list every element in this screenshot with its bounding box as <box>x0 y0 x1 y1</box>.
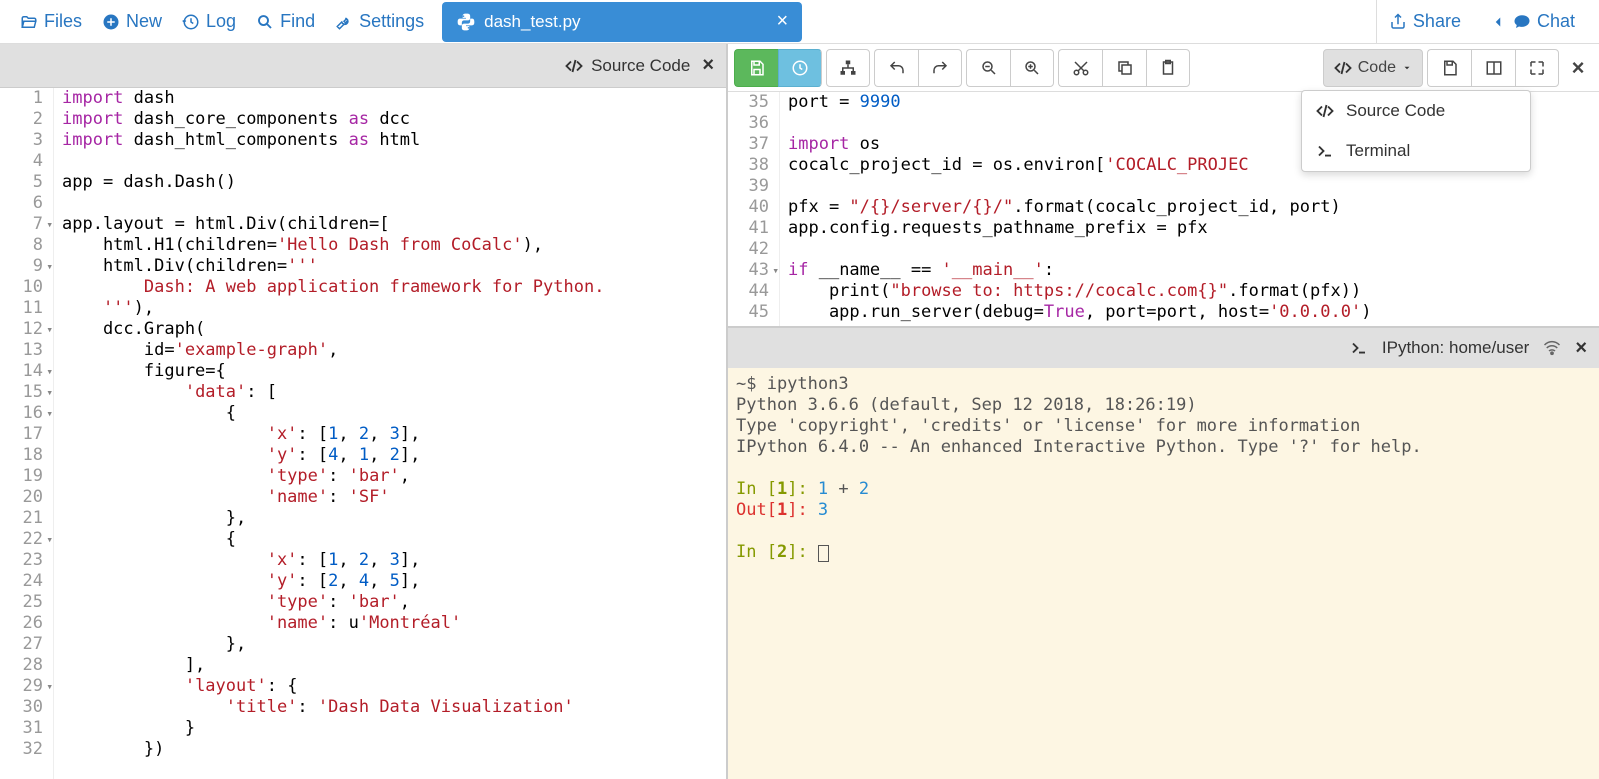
left-editor[interactable]: 1234567891011121314151617181920212223242… <box>0 88 726 779</box>
chat-icon <box>1513 13 1531 31</box>
terminal-section: IPython: home/user × ~$ ipython3 Python … <box>728 326 1599 779</box>
code-dropdown-button[interactable]: Code <box>1323 49 1423 87</box>
copy-button[interactable] <box>1102 49 1146 87</box>
right-gutter: 3536373839404142434445 <box>728 92 780 326</box>
terminal-title: IPython: home/user <box>1382 338 1529 358</box>
plus-circle-icon <box>102 13 120 31</box>
history-icon <box>791 59 809 77</box>
undo-icon <box>888 59 906 77</box>
left-code[interactable]: import dash import dash_core_components … <box>54 88 726 779</box>
menu-log[interactable]: Log <box>172 5 246 38</box>
code-icon <box>1316 102 1334 120</box>
save-alt-icon <box>1441 59 1459 77</box>
menu-settings[interactable]: Settings <box>325 5 434 38</box>
sitemap-icon <box>839 59 857 77</box>
share-button[interactable]: Share <box>1377 5 1473 38</box>
zoom-in-button[interactable] <box>1010 49 1054 87</box>
cut-icon <box>1072 59 1090 77</box>
folder-open-icon <box>20 13 38 31</box>
redo-icon <box>931 59 949 77</box>
undo-button[interactable] <box>874 49 918 87</box>
terminal-body[interactable]: ~$ ipython3 Python 3.6.6 (default, Sep 1… <box>728 368 1599 779</box>
terminal-icon <box>1350 339 1368 357</box>
zoom-in-icon <box>1023 59 1041 77</box>
left-gutter: 1234567891011121314151617181920212223242… <box>0 88 54 779</box>
zoom-out-icon <box>980 59 998 77</box>
caret-left-icon <box>1489 13 1507 31</box>
menu-files[interactable]: Files <box>10 5 92 38</box>
menu-new[interactable]: New <box>92 5 172 38</box>
dropdown-terminal[interactable]: Terminal <box>1302 131 1530 171</box>
left-pane-title: Source Code <box>565 56 690 76</box>
history-icon <box>182 13 200 31</box>
caret-down-icon <box>1402 63 1412 73</box>
top-menu: Files New Log Find Settings dash_test.py… <box>0 2 802 42</box>
share-icon <box>1389 13 1407 31</box>
terminal-cursor <box>818 545 829 562</box>
dropdown-source-code[interactable]: Source Code <box>1302 91 1530 131</box>
close-tab-icon[interactable]: × <box>777 10 789 33</box>
left-pane-header: Source Code × <box>0 44 726 88</box>
paste-button[interactable] <box>1146 49 1190 87</box>
paste-icon <box>1159 59 1177 77</box>
wifi-icon <box>1543 339 1561 357</box>
columns-icon <box>1485 59 1503 77</box>
search-icon <box>256 13 274 31</box>
top-right-menu: Share Chat <box>1376 0 1599 43</box>
terminal-header: IPython: home/user × <box>728 328 1599 368</box>
cut-button[interactable] <box>1058 49 1102 87</box>
close-right-button[interactable]: × <box>1563 49 1593 87</box>
python-icon <box>456 12 476 32</box>
sitemap-button[interactable] <box>826 49 870 87</box>
expand-icon <box>1528 59 1546 77</box>
terminal-icon <box>1316 142 1334 160</box>
code-icon <box>1334 59 1352 77</box>
left-pane: Source Code × 12345678910111213141516171… <box>0 44 728 779</box>
redo-button[interactable] <box>918 49 962 87</box>
copy-icon <box>1116 59 1134 77</box>
expand-button[interactable] <box>1515 49 1559 87</box>
chat-button[interactable]: Chat <box>1477 5 1587 38</box>
terminal-close-icon[interactable]: × <box>1575 337 1587 360</box>
zoom-out-button[interactable] <box>966 49 1010 87</box>
main-area: Source Code × 12345678910111213141516171… <box>0 44 1599 779</box>
save-button[interactable] <box>734 49 778 87</box>
split-button[interactable] <box>1471 49 1515 87</box>
file-tab-name: dash_test.py <box>484 12 580 32</box>
save-icon <box>748 59 766 77</box>
top-bar: Files New Log Find Settings dash_test.py… <box>0 0 1599 44</box>
code-icon <box>565 57 583 75</box>
timetravel-button[interactable] <box>778 49 822 87</box>
right-toolbar: Code × Source Code <box>728 44 1599 92</box>
menu-find[interactable]: Find <box>246 5 325 38</box>
wrench-icon <box>335 13 353 31</box>
left-pane-close-icon[interactable]: × <box>702 54 714 77</box>
file-tab[interactable]: dash_test.py × <box>442 2 802 42</box>
right-pane: Code × Source Code <box>728 44 1599 779</box>
save-layout-button[interactable] <box>1427 49 1471 87</box>
code-dropdown-menu: Source Code Terminal <box>1301 90 1531 172</box>
